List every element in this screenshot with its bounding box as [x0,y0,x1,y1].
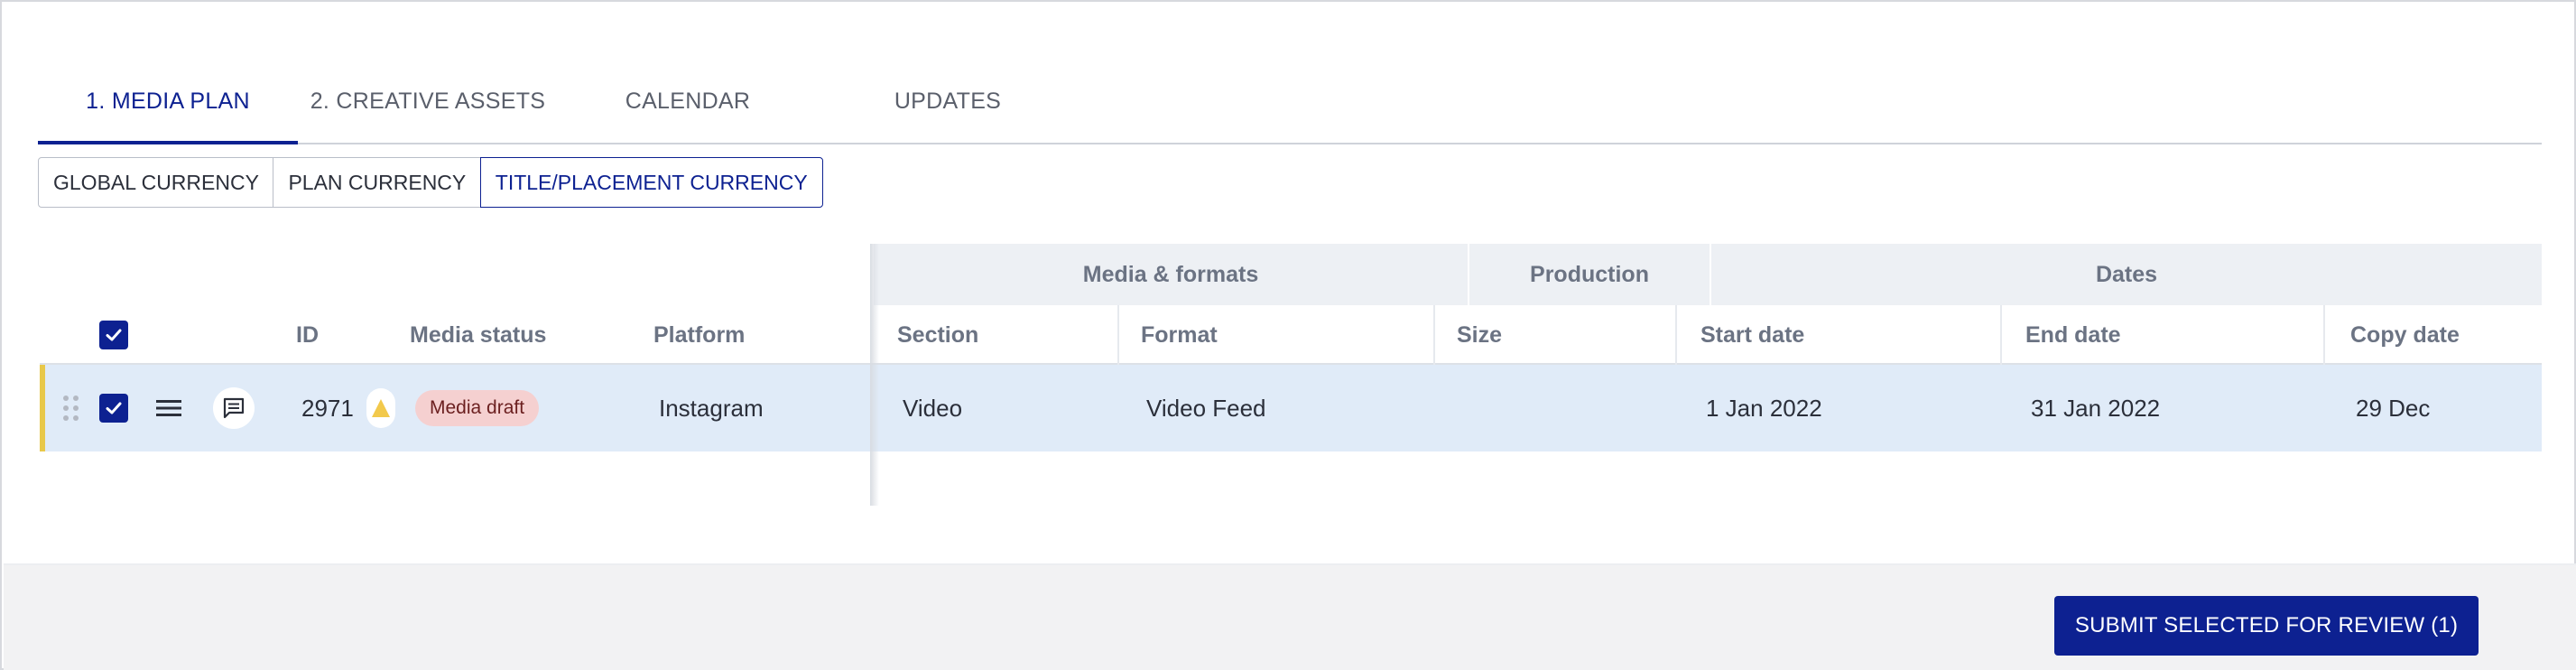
tab-bar: 1. MEDIA PLAN 2. CREATIVE ASSETS CALENDA… [38,67,2542,144]
group-dates: Dates [1711,244,2542,305]
comment-button[interactable] [213,365,255,451]
column-divider [2323,305,2325,365]
media-plan-table: Media & formats Production Dates ID Medi… [40,244,2542,506]
end-date-cell: 31 Jan 2022 [2031,394,2161,422]
checkbox-checked-icon[interactable] [99,394,128,423]
plan-currency-button[interactable]: PLAN CURRENCY [273,157,482,208]
row-checkbox[interactable] [99,365,128,451]
header-section[interactable]: Section [897,305,978,365]
column-divider [1675,305,1677,365]
warning-icon[interactable] [366,388,395,428]
column-header-row: ID Media status Platform Section Format … [40,305,2542,365]
app-window: 1. MEDIA PLAN 2. CREATIVE ASSETS CALENDA… [0,0,2576,670]
group-media-formats: Media & formats [874,244,1469,305]
platform-cell: Instagram [659,394,764,422]
table-row[interactable]: 2971 Media draft Instagram Video Video F… [40,365,2542,451]
column-group-row: Media & formats Production Dates [40,244,2542,305]
start-date-cell: 1 Jan 2022 [1706,394,1822,422]
tab-creative-assets[interactable]: 2. CREATIVE ASSETS [298,67,558,144]
column-divider [1117,305,1119,365]
row-id: 2971 [301,394,354,422]
column-divider [2000,305,2002,365]
currency-toggle: GLOBAL CURRENCY PLAN CURRENCY TITLE/PLAC… [38,157,823,208]
checkbox-checked-icon[interactable] [99,321,128,349]
media-status-cell: Media draft [415,365,540,451]
global-currency-button[interactable]: GLOBAL CURRENCY [38,157,274,208]
tab-updates[interactable]: UPDATES [818,67,1078,144]
header-id[interactable]: ID [296,305,319,365]
header-media-status[interactable]: Media status [410,305,546,365]
header-start-date[interactable]: Start date [1700,305,1804,365]
submit-for-review-button[interactable]: SUBMIT SELECTED FOR REVIEW (1) [2054,596,2479,656]
comment-icon[interactable] [213,387,255,429]
menu-icon[interactable] [155,365,182,451]
sticky-column-shadow [870,244,879,506]
drag-handle-icon[interactable] [63,365,79,451]
group-production: Production [1469,244,1711,305]
title-placement-currency-button[interactable]: TITLE/PLACEMENT CURRENCY [479,157,823,208]
header-platform[interactable]: Platform [653,305,745,365]
tab-media-plan[interactable]: 1. MEDIA PLAN [38,67,298,144]
header-format[interactable]: Format [1141,305,1218,365]
select-all-checkbox[interactable] [99,305,128,365]
tab-calendar[interactable]: CALENDAR [558,67,818,144]
format-cell: Video Feed [1146,394,1266,422]
copy-date-cell: 29 Dec [2356,394,2431,422]
header-copy-date[interactable]: Copy date [2350,305,2460,365]
header-size[interactable]: Size [1457,305,1502,365]
footer-bar: SUBMIT SELECTED FOR REVIEW (1) [4,563,2576,670]
column-divider [1433,305,1435,365]
section-cell: Video [903,394,963,422]
header-end-date[interactable]: End date [2025,305,2121,365]
warning-indicator[interactable] [366,365,395,451]
active-tab-indicator [38,141,298,144]
status-badge: Media draft [415,390,540,426]
